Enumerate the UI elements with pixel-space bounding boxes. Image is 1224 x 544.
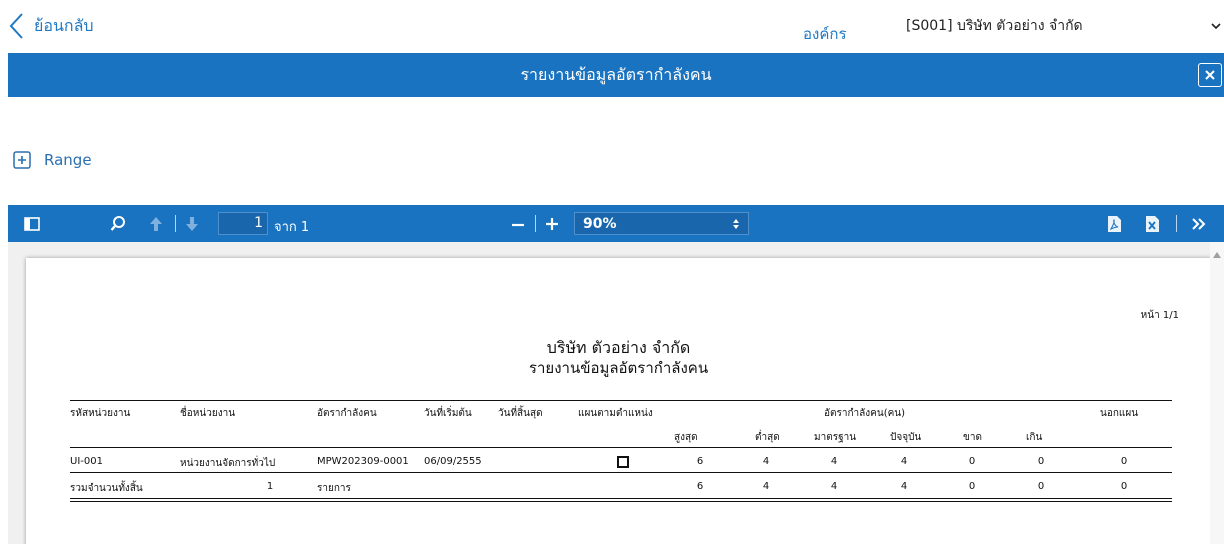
toolbar-separator [1176,215,1177,232]
back-label: ย้อนกลับ [34,15,94,35]
range-label: Range [44,151,92,169]
header-over: เกิน [1026,432,1043,443]
total-unit: รายการ [317,483,351,494]
sidebar-icon [24,216,40,231]
excel-file-icon [1146,215,1159,232]
top-bar: ย้อนกลับ องค์กร [S001] บริษัท ตัวอย่าง จ… [0,0,1224,52]
row-start-date: 06/09/2555 [424,456,482,467]
row-min: 4 [762,456,770,467]
search-button[interactable] [106,205,130,242]
page-of-label: จาก 1 [274,220,310,235]
row-rate: MPW202309-0001 [317,456,409,467]
next-page-button[interactable] [180,205,204,242]
total-count: 1 [266,481,274,492]
double-chevron-right-icon [1192,217,1206,230]
total-current: 4 [900,481,908,492]
sidebar-toggle-button[interactable] [20,205,44,242]
page-title: รายงานข้อมูลอัตรากำลังคน [520,64,712,84]
page-number-input[interactable]: 1 [218,212,268,235]
close-button[interactable] [1198,63,1222,87]
export-pdf-button[interactable] [1102,205,1126,242]
toolbar-separator [175,215,176,232]
table-rule [70,447,1172,448]
org-select[interactable]: [S001] บริษัท ตัวอย่าง จำกัด [888,10,1224,42]
zoom-out-button[interactable] [506,205,530,242]
header-out-of-plan: นอกแผน [1100,408,1139,419]
header-standard: มาตรฐาน [814,432,857,443]
pdf-file-icon [1108,215,1121,232]
plan-by-position-checkbox [617,456,629,468]
chevron-down-icon [1211,23,1221,30]
more-tools-button[interactable] [1186,205,1212,242]
report-page-number: หน้า 1/1 [1140,310,1179,321]
table-rule [70,498,1172,499]
plus-icon [546,217,558,230]
header-max: สูงสุด [674,432,698,443]
scroll-up-arrow-icon[interactable] [1213,252,1221,258]
report-subtitle: รายงานข้อมูลอัตรากำลังคน [528,359,709,377]
header-unit-name: ชื่อหน่วยงาน [180,408,236,419]
plus-square-icon [13,151,31,169]
report-page: หน้า 1/1 บริษัท ตัวอย่าง จำกัด รายงานข้อ… [26,258,1211,544]
org-label: องค์กร [803,25,847,43]
back-button[interactable]: ย้อนกลับ [8,12,94,40]
updown-caret-icon [733,218,739,229]
header-short: ขาด [963,432,982,443]
toolbar-separator [535,215,536,232]
row-max: 6 [696,456,704,467]
total-standard: 4 [830,481,838,492]
header-unit-code: รหัสหน่วยงาน [70,408,131,419]
search-icon [110,215,125,231]
total-max: 6 [696,481,704,492]
minus-icon [512,223,524,226]
arrow-up-icon [150,216,162,231]
total-label: รวมจำนวนทั้งสิ้น [70,483,143,494]
row-unit-name: หน่วยงานจัดการทั่วไป [180,458,276,469]
close-icon [1205,70,1215,80]
total-short: 0 [968,481,976,492]
total-out-of-plan: 0 [1120,481,1128,492]
zoom-value: 90% [583,215,617,232]
header-start-date: วันที่เริ่มต้น [424,408,472,419]
export-excel-button[interactable] [1140,205,1164,242]
title-bar: รายงานข้อมูลอัตรากำลังคน [8,53,1224,97]
report-viewer[interactable]: หน้า 1/1 บริษัท ตัวอย่าง จำกัด รายงานข้อ… [8,242,1224,544]
header-end-date: วันที่สิ้นสุด [498,408,543,419]
total-over: 0 [1037,481,1045,492]
row-short: 0 [968,456,976,467]
chevron-left-icon [9,13,23,39]
header-rate: อัตรากำลังคน [317,408,377,419]
row-standard: 4 [830,456,838,467]
previous-page-button[interactable] [144,205,168,242]
table-rule [70,472,1172,473]
header-plan-by-position: แผนตามตำแหน่ง [578,408,653,419]
zoom-in-button[interactable] [540,205,564,242]
header-current: ปัจจุบัน [890,432,922,443]
vertical-scrollbar[interactable] [1210,242,1224,544]
total-min: 4 [762,481,770,492]
arrow-down-icon [186,216,198,231]
header-min: ต่ำสุด [755,432,780,443]
row-out-of-plan: 0 [1120,456,1128,467]
row-over: 0 [1037,456,1045,467]
zoom-select[interactable]: 90% [574,212,749,235]
range-toggle[interactable]: Range [12,150,92,170]
org-select-value: [S001] บริษัท ตัวอย่าง จำกัด [906,18,1083,34]
viewer-toolbar: 1 จาก 1 90% [8,205,1224,242]
table-rule [70,400,1172,401]
row-unit-code: UI-001 [70,456,103,467]
row-current: 4 [900,456,908,467]
header-manpower-group: อัตรากำลังคน(คน) [824,408,906,419]
table-rule [70,501,1172,502]
